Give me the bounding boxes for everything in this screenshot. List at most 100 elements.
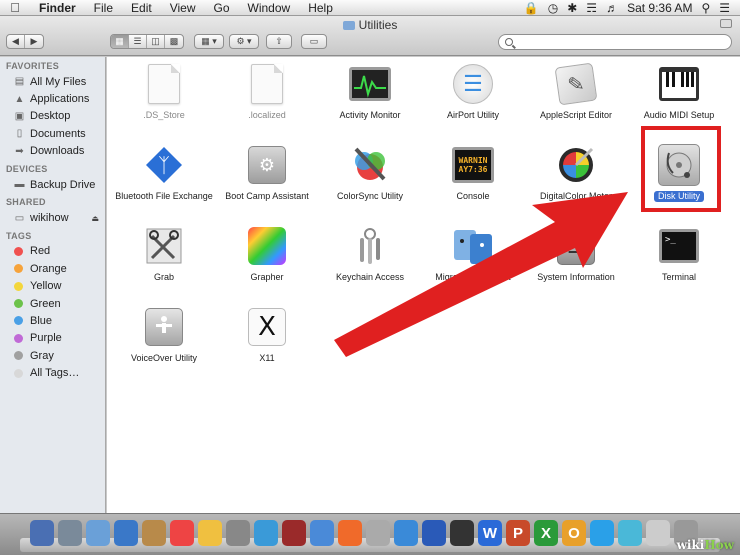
contacts-dock-icon[interactable]	[142, 520, 166, 546]
sidebar-tag-label: Yellow	[30, 280, 62, 293]
outlook-dock-icon[interactable]: O	[562, 520, 586, 546]
menu-go[interactable]: Go	[205, 1, 239, 15]
sidebar-item-backup-drive[interactable]: ▬ Backup Drive	[0, 176, 105, 193]
file-item[interactable]: Audio MIDI Setup	[622, 62, 736, 121]
file-label: Console	[456, 191, 490, 201]
powerpoint-dock-icon[interactable]: P	[506, 520, 530, 546]
menu-view[interactable]: View	[161, 1, 205, 15]
sidebar-item-documents[interactable]: ▯ Documents	[0, 125, 105, 142]
file-item[interactable]: ⚙ Boot Camp Assistant	[210, 143, 324, 202]
action-gear-button[interactable]: ⚙ ▾	[229, 34, 259, 49]
tag-color-dot	[14, 264, 23, 274]
notes-dock-icon[interactable]	[198, 520, 222, 546]
time-machine-icon[interactable]: ◷	[548, 1, 558, 15]
file-item[interactable]: VoiceOver Utility	[107, 305, 221, 364]
sidebar-item-applications[interactable]: ▲ Applications	[0, 90, 105, 107]
file-item[interactable]: ColorSync Utility	[313, 143, 427, 202]
messenger-dock-icon[interactable]	[618, 520, 642, 546]
back-button[interactable]: ◀	[7, 35, 25, 48]
sidebar-item-wikihow[interactable]: ▭ wikihow ⏏	[0, 209, 105, 226]
file-item[interactable]: ✎ AppleScript Editor	[519, 62, 633, 121]
menu-edit[interactable]: Edit	[122, 1, 161, 15]
search-field[interactable]	[498, 34, 732, 50]
textedit-dock-icon[interactable]	[422, 520, 446, 546]
menu-bar:  Finder File Edit View Go Window Help 🔒…	[0, 0, 740, 16]
file-item[interactable]: >_ Terminal	[622, 224, 736, 283]
messages-dock-icon[interactable]	[254, 520, 278, 546]
reminders-dock-icon[interactable]	[226, 520, 250, 546]
sidebar-item-downloads[interactable]: ➡ Downloads	[0, 143, 105, 160]
itunes-dock-icon[interactable]	[310, 520, 334, 546]
menu-app-name[interactable]: Finder	[30, 1, 85, 15]
menu-window[interactable]: Window	[239, 1, 300, 15]
sidebar-tag-4[interactable]: Blue	[0, 312, 105, 329]
terminal-dock-icon[interactable]	[450, 520, 474, 546]
file-item[interactable]: ᛉ Bluetooth File Exchange	[107, 143, 221, 202]
app-store-dock-icon[interactable]	[338, 520, 362, 546]
icon-view-button[interactable]: ▦	[111, 35, 129, 48]
column-view-button[interactable]: ◫	[147, 35, 165, 48]
share-button[interactable]: ⇧	[266, 34, 292, 49]
arrange-button[interactable]: ▦ ▾	[194, 34, 224, 49]
spotlight-icon[interactable]: ⚲	[701, 1, 710, 15]
menu-file[interactable]: File	[85, 1, 122, 15]
system-preferences-dock-icon[interactable]	[366, 520, 390, 546]
sidebar-tag-6[interactable]: Gray	[0, 347, 105, 364]
forward-button[interactable]: ▶	[25, 35, 43, 48]
search-input[interactable]	[517, 36, 717, 48]
menu-clock[interactable]: Sat 9:36 AM	[627, 1, 692, 15]
bluetooth-status-icon[interactable]: ✱	[567, 1, 577, 15]
photo-booth-dock-icon[interactable]	[282, 520, 306, 546]
preview-dock-icon[interactable]	[394, 520, 418, 546]
activity-monitor-icon	[348, 62, 392, 106]
drive-icon: ▬	[14, 179, 25, 191]
eject-icon[interactable]: ⏏	[91, 214, 99, 223]
launchpad-dock-icon[interactable]	[58, 520, 82, 546]
sidebar-tag-1[interactable]: Orange	[0, 260, 105, 277]
file-label: Audio MIDI Setup	[643, 110, 715, 120]
menu-help[interactable]: Help	[299, 1, 342, 15]
sidebar-tag-0[interactable]: Red	[0, 243, 105, 260]
sidebar-tag-5[interactable]: Purple	[0, 330, 105, 347]
fullscreen-button[interactable]	[720, 19, 732, 28]
notifications-icon[interactable]: ☰	[719, 1, 730, 15]
applications-icon: ▲	[14, 93, 25, 105]
apple-menu-icon[interactable]: 	[0, 0, 30, 15]
list-view-button[interactable]: ☰	[129, 35, 147, 48]
sidebar-tag-7[interactable]: All Tags…	[0, 364, 105, 381]
file-item[interactable]: Migration Assistant	[416, 224, 530, 283]
file-item[interactable]: ☰ System Information	[519, 224, 633, 283]
mail-dock-icon[interactable]	[114, 520, 138, 546]
file-item[interactable]: Activity Monitor	[313, 62, 427, 121]
sidebar-tag-2[interactable]: Yellow	[0, 278, 105, 295]
sidebar-item-desktop[interactable]: ▣ Desktop	[0, 108, 105, 125]
sidebar-tag-3[interactable]: Green	[0, 295, 105, 312]
file-item[interactable]: Disk Utility	[622, 143, 736, 202]
file-item[interactable]: .localized	[210, 62, 324, 121]
volume-icon[interactable]: ♬	[606, 1, 618, 15]
sidebar-tags-header: TAGS	[6, 230, 32, 241]
file-item[interactable]: X X11	[210, 305, 324, 364]
colorsync-icon	[348, 143, 392, 187]
safari-dock-icon[interactable]	[86, 520, 110, 546]
file-item[interactable]: Grab	[107, 224, 221, 283]
document-icon	[142, 62, 186, 106]
file-item[interactable]: WARNIN AY7:36 Console	[416, 143, 530, 202]
back-forward-control: ◀ ▶	[6, 34, 44, 49]
tags-button[interactable]: ▭	[301, 34, 327, 49]
file-item[interactable]: Keychain Access	[313, 224, 427, 283]
lock-icon[interactable]: 🔒	[524, 1, 539, 15]
communicator-dock-icon[interactable]	[590, 520, 614, 546]
file-item[interactable]: ☰ AirPort Utility	[416, 62, 530, 121]
wifi-icon[interactable]: ☴	[586, 1, 597, 15]
document-dock-icon[interactable]	[646, 520, 670, 546]
sidebar-item-all-my-files[interactable]: ▤ All My Files	[0, 73, 105, 90]
coverflow-view-button[interactable]: ▩	[165, 35, 183, 48]
file-item[interactable]: Grapher	[210, 224, 324, 283]
file-item[interactable]: DigitalColor Meter	[519, 143, 633, 202]
word-dock-icon[interactable]: W	[478, 520, 502, 546]
excel-dock-icon[interactable]: X	[534, 520, 558, 546]
calendar-dock-icon[interactable]	[170, 520, 194, 546]
finder-dock-icon[interactable]	[30, 520, 54, 546]
file-item[interactable]: .DS_Store	[107, 62, 221, 121]
